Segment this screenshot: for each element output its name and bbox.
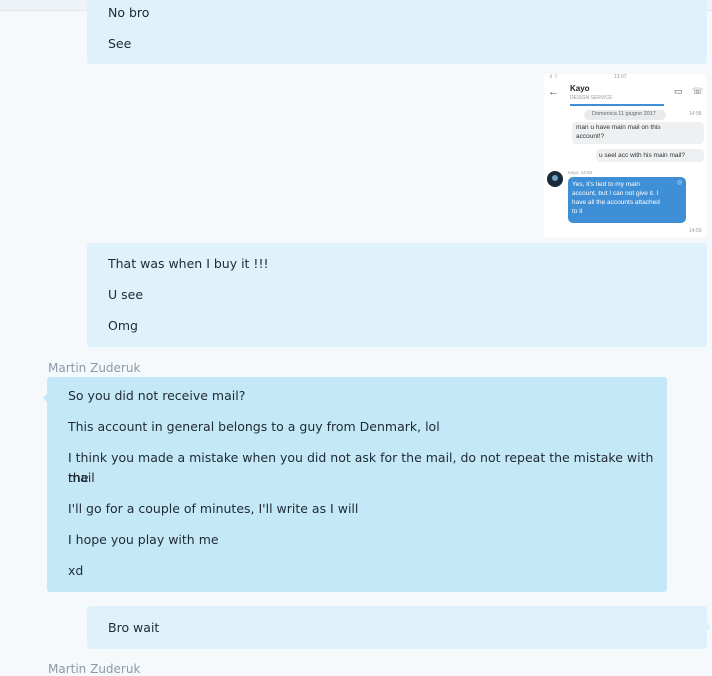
message-line: Bro wait [108, 620, 160, 635]
back-arrow-icon[interactable]: ← [548, 86, 559, 98]
message-bubble[interactable]: That was when I buy it !!! U see Omg [87, 243, 707, 347]
chat-bubble: man u have main mail on this account!? [572, 122, 704, 144]
phone-icon[interactable]: ☏ [692, 86, 703, 97]
message-line: Omg [108, 318, 138, 333]
message-line: No bro [108, 5, 150, 20]
message-line: I think you made a mistake when you did … [68, 450, 654, 485]
message-line: mail [68, 470, 95, 485]
progress-bar [570, 104, 664, 106]
status-bar: ·ıl ⌔ 13:07 [548, 74, 627, 80]
message-line: So you did not receive mail? [68, 388, 246, 403]
message-line: I hope you play with me [68, 532, 219, 547]
avatar [547, 171, 563, 187]
sender-name[interactable]: Martin Zuderuk [48, 662, 140, 676]
message-bubble[interactable]: Bro wait [87, 606, 707, 649]
message-line: That was when I buy it !!! [108, 256, 269, 271]
video-call-icon[interactable]: ▭ [674, 86, 683, 97]
message-line: I'll go for a couple of minutes, I'll wr… [68, 501, 359, 516]
message-line: U see [108, 287, 144, 302]
date-chip: Domenica 11 giugno 2017 [584, 110, 666, 120]
message-bubble[interactable]: So you did not receive mail? This accoun… [47, 377, 667, 592]
contact-subtitle: DESIGN SERVICE [570, 95, 613, 101]
message-line: This account in general belongs to a guy… [68, 419, 440, 434]
contact-name: Kayo [570, 84, 590, 93]
chat-bubble: u seel acc with his main mail? [596, 149, 704, 162]
sender-name[interactable]: Martin Zuderuk [48, 361, 140, 375]
message-line: See [108, 36, 132, 51]
message-line: xd [68, 563, 84, 578]
reply-bubble: Yes, it's tied to my main account, but I… [568, 177, 686, 223]
check-icon: ◎ [677, 180, 683, 186]
reply-meta: Kayo, 14:59 [568, 170, 593, 175]
timestamp: 14:59 [689, 228, 702, 234]
timestamp: 14:58 [689, 111, 702, 117]
attached-screenshot-image[interactable]: ·ıl ⌔ 13:07 ← Kayo DESIGN SERVICE ▭ ☏ Dom… [544, 74, 706, 237]
bubble-tail [707, 623, 711, 631]
message-bubble[interactable]: No bro See [87, 0, 707, 64]
